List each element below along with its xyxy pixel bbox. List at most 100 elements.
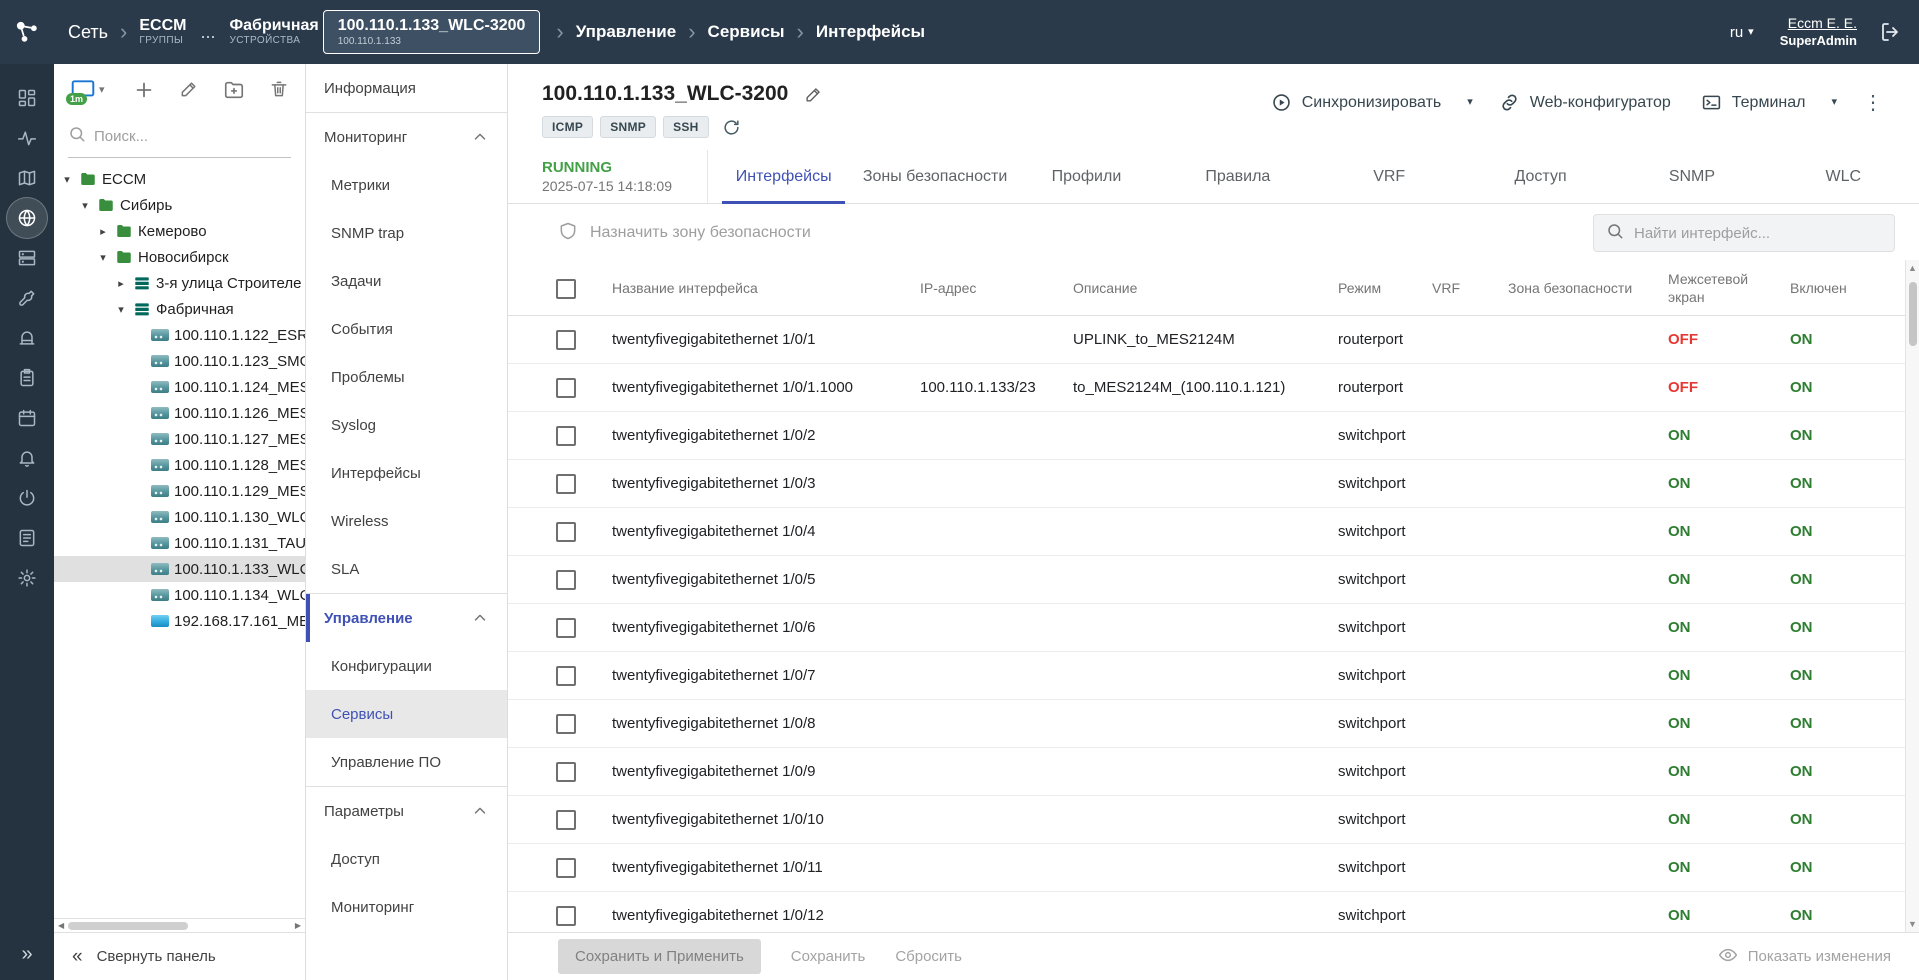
tree-item[interactable]: 100.110.1.127_MES5: [54, 426, 305, 452]
reset-button[interactable]: Сбросить: [895, 948, 962, 965]
tab-access[interactable]: Доступ: [1465, 150, 1616, 203]
interface-row[interactable]: twentyfivegigabitethernet 1/0/7 switchpor…: [508, 652, 1919, 700]
availability-icon[interactable]: [7, 478, 47, 518]
scrollbar-thumb[interactable]: [1909, 282, 1917, 346]
notifications-icon[interactable]: [7, 438, 47, 478]
row-checkbox[interactable]: [556, 329, 576, 350]
row-checkbox[interactable]: [556, 761, 576, 782]
interface-row[interactable]: twentyfivegigabitethernet 1/0/8 switchpor…: [508, 700, 1919, 748]
menu-item-tasks[interactable]: Задачи: [306, 257, 507, 305]
show-changes-button[interactable]: Показать изменения: [1718, 945, 1891, 969]
inventory-icon[interactable]: [7, 238, 47, 278]
refresh-availability-icon[interactable]: [722, 118, 741, 137]
menu-item-events[interactable]: События: [306, 305, 507, 353]
row-checkbox[interactable]: [556, 809, 576, 830]
menu-item-access[interactable]: Доступ: [306, 835, 507, 883]
menu-item-management[interactable]: Управление: [306, 594, 507, 642]
menu-item-interfaces[interactable]: Интерфейсы: [306, 449, 507, 497]
tree-item[interactable]: ▾ Сибирь: [54, 192, 305, 218]
breadcrumb-devices-group[interactable]: Фабричная УСТРОЙСТВА: [230, 17, 319, 47]
tasks-icon[interactable]: [7, 358, 47, 398]
rename-device-icon[interactable]: [804, 85, 823, 104]
interface-row[interactable]: twentyfivegigabitethernet 1/0/1.1000 100.…: [508, 364, 1919, 412]
tree-item[interactable]: 100.110.1.126_MES2: [54, 400, 305, 426]
scroll-down-icon[interactable]: ▼: [1906, 919, 1919, 929]
tree-item[interactable]: 192.168.17.161_MES: [54, 608, 305, 634]
row-checkbox[interactable]: [556, 425, 576, 446]
interface-row[interactable]: twentyfivegigabitethernet 1/0/10 switchpo…: [508, 796, 1919, 844]
collapse-node-icon[interactable]: ▾: [114, 303, 128, 316]
map-icon[interactable]: [7, 158, 47, 198]
interface-row[interactable]: twentyfivegigabitethernet 1/0/1 UPLINK_to…: [508, 316, 1919, 364]
row-checkbox[interactable]: [556, 473, 576, 494]
breadcrumb-groups[interactable]: ECCM ГРУППЫ: [139, 17, 186, 47]
sync-dropdown-icon[interactable]: ▾: [1459, 89, 1481, 116]
tab-vrf[interactable]: VRF: [1314, 150, 1465, 203]
more-actions-icon[interactable]: ⋮: [1851, 84, 1895, 121]
tree-item[interactable]: 100.110.1.134_WLC-: [54, 582, 305, 608]
tab-rules[interactable]: Правила: [1162, 150, 1313, 203]
tree-item[interactable]: ▾ Новосибирск: [54, 244, 305, 270]
interface-row[interactable]: twentyfivegigabitethernet 1/0/11 switchpo…: [508, 844, 1919, 892]
tab-snmp[interactable]: SNMP: [1616, 150, 1767, 203]
monitoring-icon[interactable]: [7, 118, 47, 158]
collapse-node-icon[interactable]: ▾: [78, 199, 92, 212]
menu-item-software[interactable]: Управление ПО: [306, 738, 507, 786]
interface-row[interactable]: twentyfivegigabitethernet 1/0/2 switchpor…: [508, 412, 1919, 460]
row-checkbox[interactable]: [556, 713, 576, 734]
interface-row[interactable]: twentyfivegigabitethernet 1/0/12 switchpo…: [508, 892, 1919, 932]
breadcrumb-interfaces[interactable]: Интерфейсы: [816, 22, 925, 42]
user-menu[interactable]: Eccm E. E. SuperAdmin: [1780, 14, 1857, 49]
menu-item-parameters[interactable]: Параметры: [306, 787, 507, 835]
breadcrumb-management[interactable]: Управление: [576, 22, 676, 42]
scroll-right-icon[interactable]: ▶: [291, 921, 305, 930]
breadcrumb-device-box[interactable]: 100.110.1.133_WLC-3200 100.110.1.133: [322, 10, 541, 54]
row-checkbox[interactable]: [556, 569, 576, 590]
scroll-up-icon[interactable]: ▲: [1906, 263, 1919, 273]
menu-item-monitoring[interactable]: Мониторинг: [306, 113, 507, 161]
breadcrumb-services[interactable]: Сервисы: [708, 22, 785, 42]
logs-icon[interactable]: [7, 518, 47, 558]
menu-item-syslog[interactable]: Syslog: [306, 401, 507, 449]
tree-item[interactable]: ▾ Фабричная: [54, 296, 305, 322]
add-icon[interactable]: [133, 79, 155, 101]
menu-item-metrics[interactable]: Метрики: [306, 161, 507, 209]
tree-item[interactable]: 100.110.1.122_ESR-2: [54, 322, 305, 348]
dashboard-icon[interactable]: [7, 78, 47, 118]
scroll-left-icon[interactable]: ◀: [54, 921, 68, 930]
menu-item-sla[interactable]: SLA: [306, 545, 507, 593]
expand-node-icon[interactable]: ▸: [114, 277, 128, 290]
calendar-icon[interactable]: [7, 398, 47, 438]
sync-button[interactable]: Синхронизировать: [1259, 84, 1454, 121]
tab-interfaces[interactable]: Интерфейсы: [708, 150, 859, 204]
tree-item[interactable]: ▸ Кемерово: [54, 218, 305, 244]
save-button[interactable]: Сохранить: [791, 948, 866, 965]
tab-security-zones[interactable]: Зоны безопасности: [859, 150, 1010, 203]
scrollbar-thumb[interactable]: [68, 921, 189, 930]
menu-item-wireless[interactable]: Wireless: [306, 497, 507, 545]
language-selector[interactable]: ru ▾: [1730, 24, 1754, 41]
tree-item[interactable]: 100.110.1.133_WLC: [54, 556, 305, 582]
polling-period-selector[interactable]: 1m ▾: [66, 77, 105, 105]
tree-item[interactable]: 100.110.1.129_MES2: [54, 478, 305, 504]
row-checkbox[interactable]: [556, 377, 576, 398]
select-all-checkbox[interactable]: [556, 278, 576, 299]
web-configurator-button[interactable]: Web-конфигуратор: [1487, 84, 1683, 121]
interface-row[interactable]: twentyfivegigabitethernet 1/0/6 switchpor…: [508, 604, 1919, 652]
row-checkbox[interactable]: [556, 521, 576, 542]
logout-icon[interactable]: [1879, 20, 1903, 44]
edit-icon[interactable]: [179, 79, 199, 101]
collapse-node-icon[interactable]: ▾: [60, 173, 74, 186]
tree-item[interactable]: 100.110.1.128_MES2: [54, 452, 305, 478]
tree-item[interactable]: 100.110.1.130_WLC-: [54, 504, 305, 530]
menu-item-configurations[interactable]: Конфигурации: [306, 642, 507, 690]
delete-icon[interactable]: [269, 79, 289, 101]
alerts-icon[interactable]: [7, 318, 47, 358]
tree-search-input[interactable]: [94, 128, 291, 145]
breadcrumb-ellipsis[interactable]: ...: [200, 22, 215, 43]
tree-item[interactable]: ▸ 3-я улица Строителе: [54, 270, 305, 296]
menu-item-monitoring-params[interactable]: Мониторинг: [306, 883, 507, 931]
tab-profiles[interactable]: Профили: [1011, 150, 1162, 203]
tools-icon[interactable]: [7, 278, 47, 318]
interface-row[interactable]: twentyfivegigabitethernet 1/0/9 switchpor…: [508, 748, 1919, 796]
